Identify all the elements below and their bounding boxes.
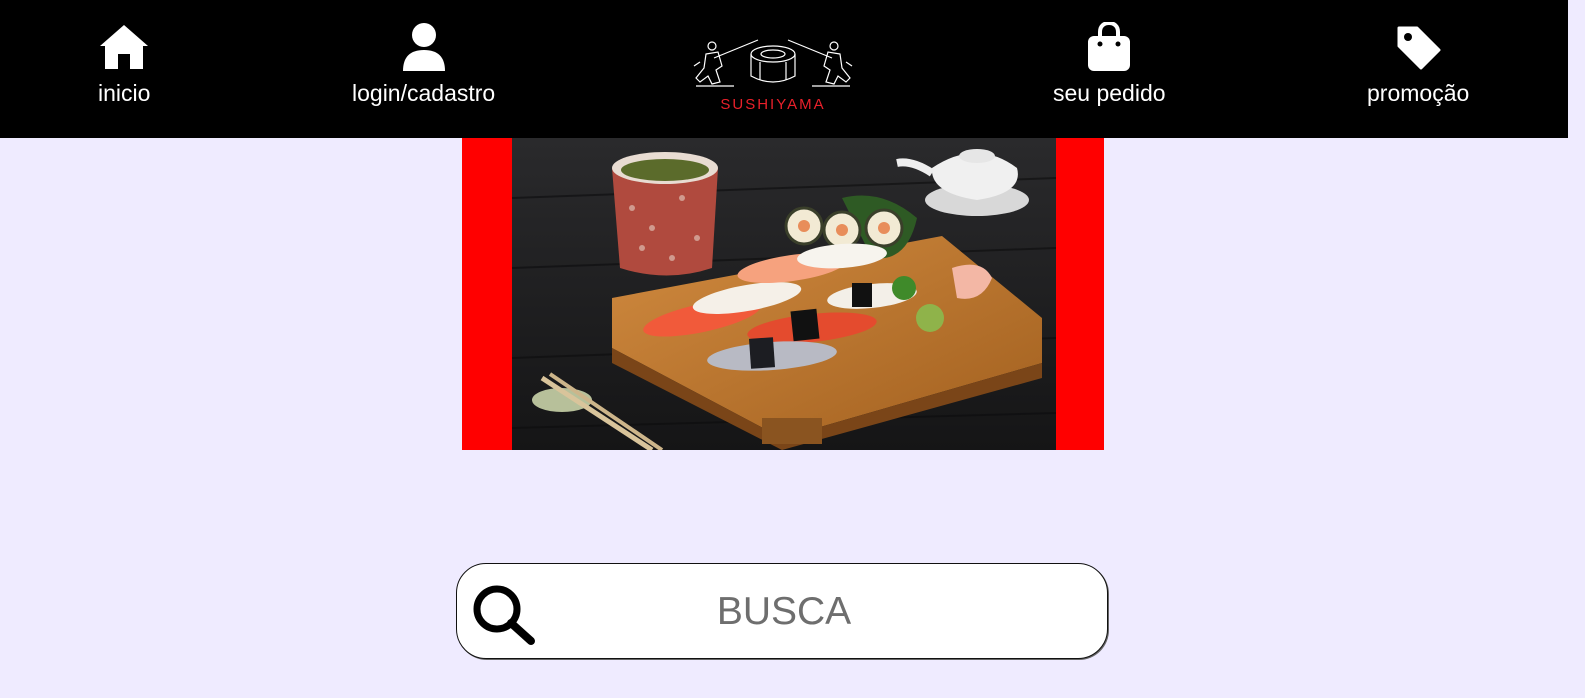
scrollbar-gutter (1568, 0, 1585, 698)
nav-item-promocao[interactable]: promoção (1367, 22, 1469, 108)
nav-label-seu-pedido: seu pedido (1053, 80, 1166, 106)
logo-brand-text: SUSHIYAMA (720, 96, 826, 113)
nav-item-seu-pedido[interactable]: seu pedido (1053, 22, 1166, 108)
tag-icon (1392, 22, 1444, 72)
search-bar[interactable] (456, 563, 1108, 659)
search-input[interactable] (567, 582, 1001, 642)
nav-item-inicio[interactable]: inicio (98, 22, 150, 108)
sushi-platter-photo (512, 138, 1056, 450)
nav-label-promocao: promoção (1367, 80, 1470, 106)
shopping-bag-icon (1083, 22, 1135, 72)
sushiyama-logo[interactable]: SUSHIYAMA (690, 36, 856, 118)
nav-label-login-cadastro: login/cadastro (352, 80, 496, 106)
nav-item-login-cadastro[interactable]: login/cadastro (352, 22, 495, 108)
search-icon[interactable] (471, 584, 537, 646)
home-icon (98, 22, 150, 72)
nav-label-inicio: inicio (98, 80, 151, 106)
hero-banner (462, 138, 1104, 450)
user-icon (398, 22, 450, 72)
logo-emblem (693, 39, 853, 87)
top-navigation-bar: inicio login/cadastro SUSHIYAMA seu pedi… (0, 0, 1568, 138)
